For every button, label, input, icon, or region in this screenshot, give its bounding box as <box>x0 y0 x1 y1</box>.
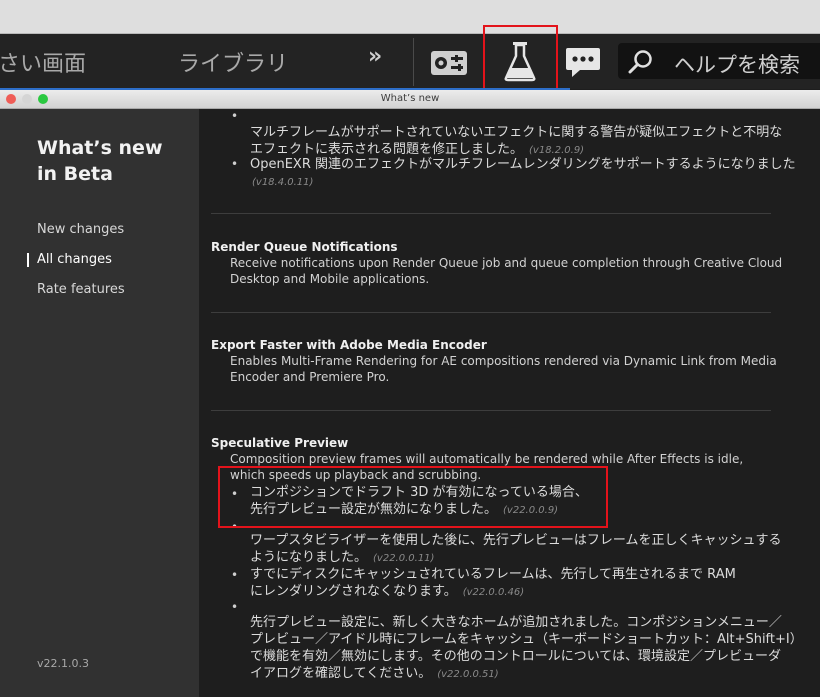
section-body: Receive notifications upon Render Queue … <box>230 256 783 286</box>
chat-feedback-icon[interactable] <box>565 44 601 80</box>
sidebar-title-line1: What’s new <box>37 137 163 159</box>
bullet: • <box>231 157 239 171</box>
sidebar-title-line2: in Beta <box>37 163 113 185</box>
sidebar-title: What’s new in Beta <box>37 135 163 187</box>
workspace-settings-icon[interactable] <box>430 50 468 76</box>
sidebar-item-rate-features[interactable]: Rate features <box>37 282 125 297</box>
list-item: マルチフレームがサポートされていないエフェクトに関する警告が疑似エフェクトと不明… <box>250 125 783 157</box>
dialog-title: What’s new <box>380 93 440 104</box>
section-render-queue: Render Queue Notifications Receive notif… <box>211 239 811 287</box>
active-item-indicator <box>27 253 29 267</box>
more-workspaces-button[interactable]: » <box>368 44 382 69</box>
section-title: Render Queue Notifications <box>211 240 398 254</box>
workspace-tab-library[interactable]: ライブラリ <box>178 46 288 78</box>
section-body: Enables Multi-Frame Rendering for AE com… <box>230 354 777 384</box>
section-divider <box>211 213 771 214</box>
whats-new-sidebar: What’s new in Beta New changes All chang… <box>0 109 199 697</box>
highlight-box-draft3d-note <box>218 466 608 528</box>
section-title: Speculative Preview <box>211 436 349 450</box>
workspace-tab-small-screen[interactable]: さい画面 <box>0 46 86 78</box>
list-item: ワープスタビライザーを使用した後に、先行プレビューはフレームを正しくキャッシュす… <box>250 533 782 565</box>
toolbar-divider <box>413 38 414 86</box>
search-icon <box>628 50 652 74</box>
section-divider <box>211 410 771 411</box>
help-search-field[interactable]: ヘルプを検索 <box>618 43 820 79</box>
section-export-faster: Export Faster with Adobe Media Encoder E… <box>211 337 811 385</box>
bullet: • <box>231 568 239 582</box>
search-placeholder: ヘルプを検索 <box>674 53 800 77</box>
list-item: すでにディスクにキャッシュされているフレームは、先行して再生されるまで RAM … <box>250 567 736 599</box>
list-item: 先行プレビュー設定に、新しく大きなホームが追加されました。コンポジションメニュー… <box>250 615 803 681</box>
section-title: Export Faster with Adobe Media Encoder <box>211 338 487 352</box>
bullet: • <box>231 109 239 123</box>
sidebar-item-all-changes[interactable]: All changes <box>37 252 112 267</box>
changes-content[interactable]: • マルチフレームがサポートされていないエフェクトに関する警告が疑似エフェクトと… <box>199 109 820 697</box>
bullet: • <box>231 600 239 614</box>
sidebar-item-new-changes[interactable]: New changes <box>37 222 124 237</box>
window-titlebar <box>0 0 820 34</box>
section-divider <box>211 312 771 313</box>
app-version: v22.1.0.3 <box>37 657 89 670</box>
dialog-titlebar: What’s new <box>0 90 820 109</box>
list-item: OpenEXR 関連のエフェクトがマルチフレームレンダリングをサポートするように… <box>250 157 796 188</box>
app-toolbar: さい画面 ライブラリ » ヘルプを検索 <box>0 34 820 89</box>
